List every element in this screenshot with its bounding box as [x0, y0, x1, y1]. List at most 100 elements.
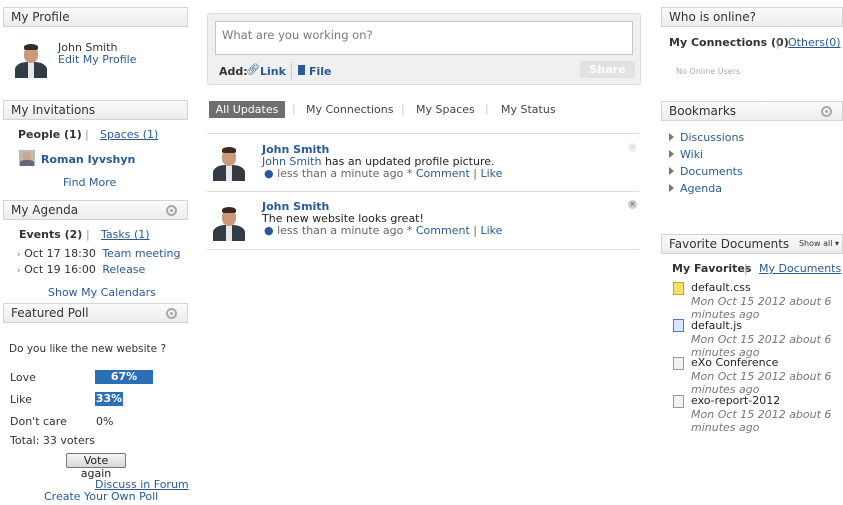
chevron-right-icon: › — [17, 250, 21, 260]
document-date: Mon Oct 15 2012 about 6 — [691, 408, 832, 421]
bookmark-item[interactable]: Wiki — [669, 148, 703, 161]
gear-icon[interactable] — [821, 106, 832, 117]
tab-separator: | — [744, 262, 748, 275]
link-icon: 🔗︎ — [246, 63, 260, 76]
comment-link[interactable]: Comment — [416, 224, 470, 237]
tab-online-others[interactable]: Others(0) — [788, 36, 841, 49]
online-title: Who is online? — [661, 7, 843, 27]
event-link[interactable]: Release — [102, 263, 145, 276]
poll-option-label: Don't care — [10, 415, 67, 428]
favorites-title: Favorite Documents Show all ▾ — [661, 234, 843, 254]
status-input-placeholder: What are you working on? — [222, 28, 373, 42]
document-date: Mon Oct 15 2012 about 6 — [691, 295, 832, 308]
tab-separator: | — [776, 36, 780, 49]
document-name-link[interactable]: exo-report-2012 — [691, 394, 780, 407]
tab-separator: | — [485, 102, 489, 115]
document-name-link[interactable]: default.css — [691, 281, 751, 294]
status-input[interactable]: What are you working on? — [215, 21, 633, 55]
activity-avatar[interactable] — [210, 203, 248, 241]
document-name-link[interactable]: eXo Conference — [691, 356, 778, 369]
poll-total: Total: 33 voters — [10, 434, 95, 447]
meta-separator: * — [406, 167, 413, 180]
show-all-label: Show all — [798, 239, 833, 248]
show-calendars-link[interactable]: Show My Calendars — [48, 286, 156, 299]
favorites-title-label: Favorite Documents — [669, 237, 790, 251]
tab-my-status[interactable]: My Status — [501, 103, 556, 116]
poll-title: Featured Poll — [3, 303, 188, 323]
tab-my-spaces[interactable]: My Spaces — [416, 103, 475, 116]
bookmark-item[interactable]: Discussions — [669, 131, 744, 144]
agenda-title-label: My Agenda — [11, 203, 79, 217]
document-date: minutes ago — [691, 421, 760, 434]
tab-separator: | — [292, 102, 296, 115]
create-poll-link[interactable]: Create Your Own Poll — [44, 490, 158, 503]
document-date: Mon Oct 15 2012 about 6 — [691, 370, 832, 383]
invitation-avatar — [19, 150, 35, 166]
tab-tasks[interactable]: Tasks (1) — [101, 228, 150, 241]
event-date: Oct 19 16:00 — [24, 263, 96, 276]
share-button[interactable]: Share — [580, 61, 635, 78]
triangle-right-icon — [669, 150, 674, 158]
tab-my-favorites[interactable]: My Favorites — [672, 262, 751, 275]
chevron-right-icon: › — [17, 266, 21, 276]
bookmarks-title: Bookmarks — [661, 101, 843, 121]
add-link-button[interactable]: Link — [260, 65, 286, 78]
event-date: Oct 17 18:30 — [24, 247, 96, 260]
invitation-person-link[interactable]: Roman Iyvshyn — [41, 153, 135, 166]
tab-online-connections[interactable]: My Connections (0) — [669, 36, 789, 49]
tab-my-documents[interactable]: My Documents — [759, 262, 841, 275]
bookmark-link[interactable]: Documents — [680, 165, 743, 178]
bookmarks-title-label: Bookmarks — [669, 104, 737, 118]
event-link[interactable]: Team meeting — [102, 247, 180, 260]
bookmark-link[interactable]: Wiki — [680, 148, 703, 161]
triangle-right-icon — [669, 184, 674, 192]
tab-spaces[interactable]: Spaces (1) — [100, 128, 158, 141]
document-icon — [673, 395, 684, 408]
js-file-icon — [673, 319, 684, 332]
gear-icon[interactable] — [166, 308, 177, 319]
bookmark-item[interactable]: Documents — [669, 165, 743, 178]
gear-icon[interactable] — [166, 205, 177, 216]
vote-again-button[interactable]: Vote again — [66, 453, 126, 480]
activity-meta: ● less than a minute ago * Comment | Lik… — [264, 167, 502, 180]
online-empty-text: No Online Users — [676, 67, 741, 76]
profile-avatar[interactable] — [12, 40, 50, 78]
tab-separator: | — [85, 128, 89, 141]
edit-profile-link[interactable]: Edit My Profile — [58, 53, 137, 66]
add-label: Add: — [219, 65, 248, 78]
delete-activity-icon[interactable]: × — [628, 143, 637, 152]
meta-separator: * — [406, 224, 413, 237]
add-file-button[interactable]: File — [309, 65, 332, 78]
css-file-icon — [673, 282, 684, 295]
document-name-link[interactable]: default.js — [691, 319, 742, 332]
find-more-link[interactable]: Find More — [63, 176, 116, 189]
bookmark-item[interactable]: Agenda — [669, 182, 722, 195]
tab-all-updates[interactable]: All Updates — [209, 101, 285, 118]
poll-result-bar: 67% — [95, 370, 153, 384]
activity-meta: ● less than a minute ago * Comment | Lik… — [264, 224, 502, 237]
agenda-event: › Oct 19 16:00 Release — [17, 263, 145, 276]
meta-separator: | — [473, 167, 477, 180]
bookmark-link[interactable]: Agenda — [680, 182, 722, 195]
tab-people[interactable]: People (1) — [18, 128, 82, 141]
activity-stream-column: What are you working on? Add: 🔗︎ Link Fi… — [207, 0, 641, 505]
tab-my-connections[interactable]: My Connections — [306, 103, 393, 116]
profile-title: My Profile — [3, 7, 188, 27]
agenda-title: My Agenda — [3, 200, 188, 220]
activity-avatar[interactable] — [210, 143, 248, 181]
activity-item: John Smith The new website looks great! … — [207, 192, 639, 250]
like-link[interactable]: Like — [481, 224, 503, 237]
meta-separator: | — [473, 224, 477, 237]
like-link[interactable]: Like — [481, 167, 503, 180]
tab-separator: | — [401, 102, 405, 115]
triangle-right-icon — [669, 167, 674, 175]
poll-result-text: 0% — [96, 415, 114, 428]
poll-result-bar: 33% — [95, 392, 123, 406]
tab-events[interactable]: Events (2) — [19, 228, 82, 241]
comment-link[interactable]: Comment — [416, 167, 470, 180]
delete-activity-icon[interactable]: × — [628, 200, 637, 209]
bookmark-link[interactable]: Discussions — [680, 131, 744, 144]
show-all-dropdown[interactable]: Show all ▾ — [799, 239, 839, 248]
triangle-right-icon — [669, 133, 674, 141]
chevron-down-icon: ▾ — [834, 239, 839, 248]
